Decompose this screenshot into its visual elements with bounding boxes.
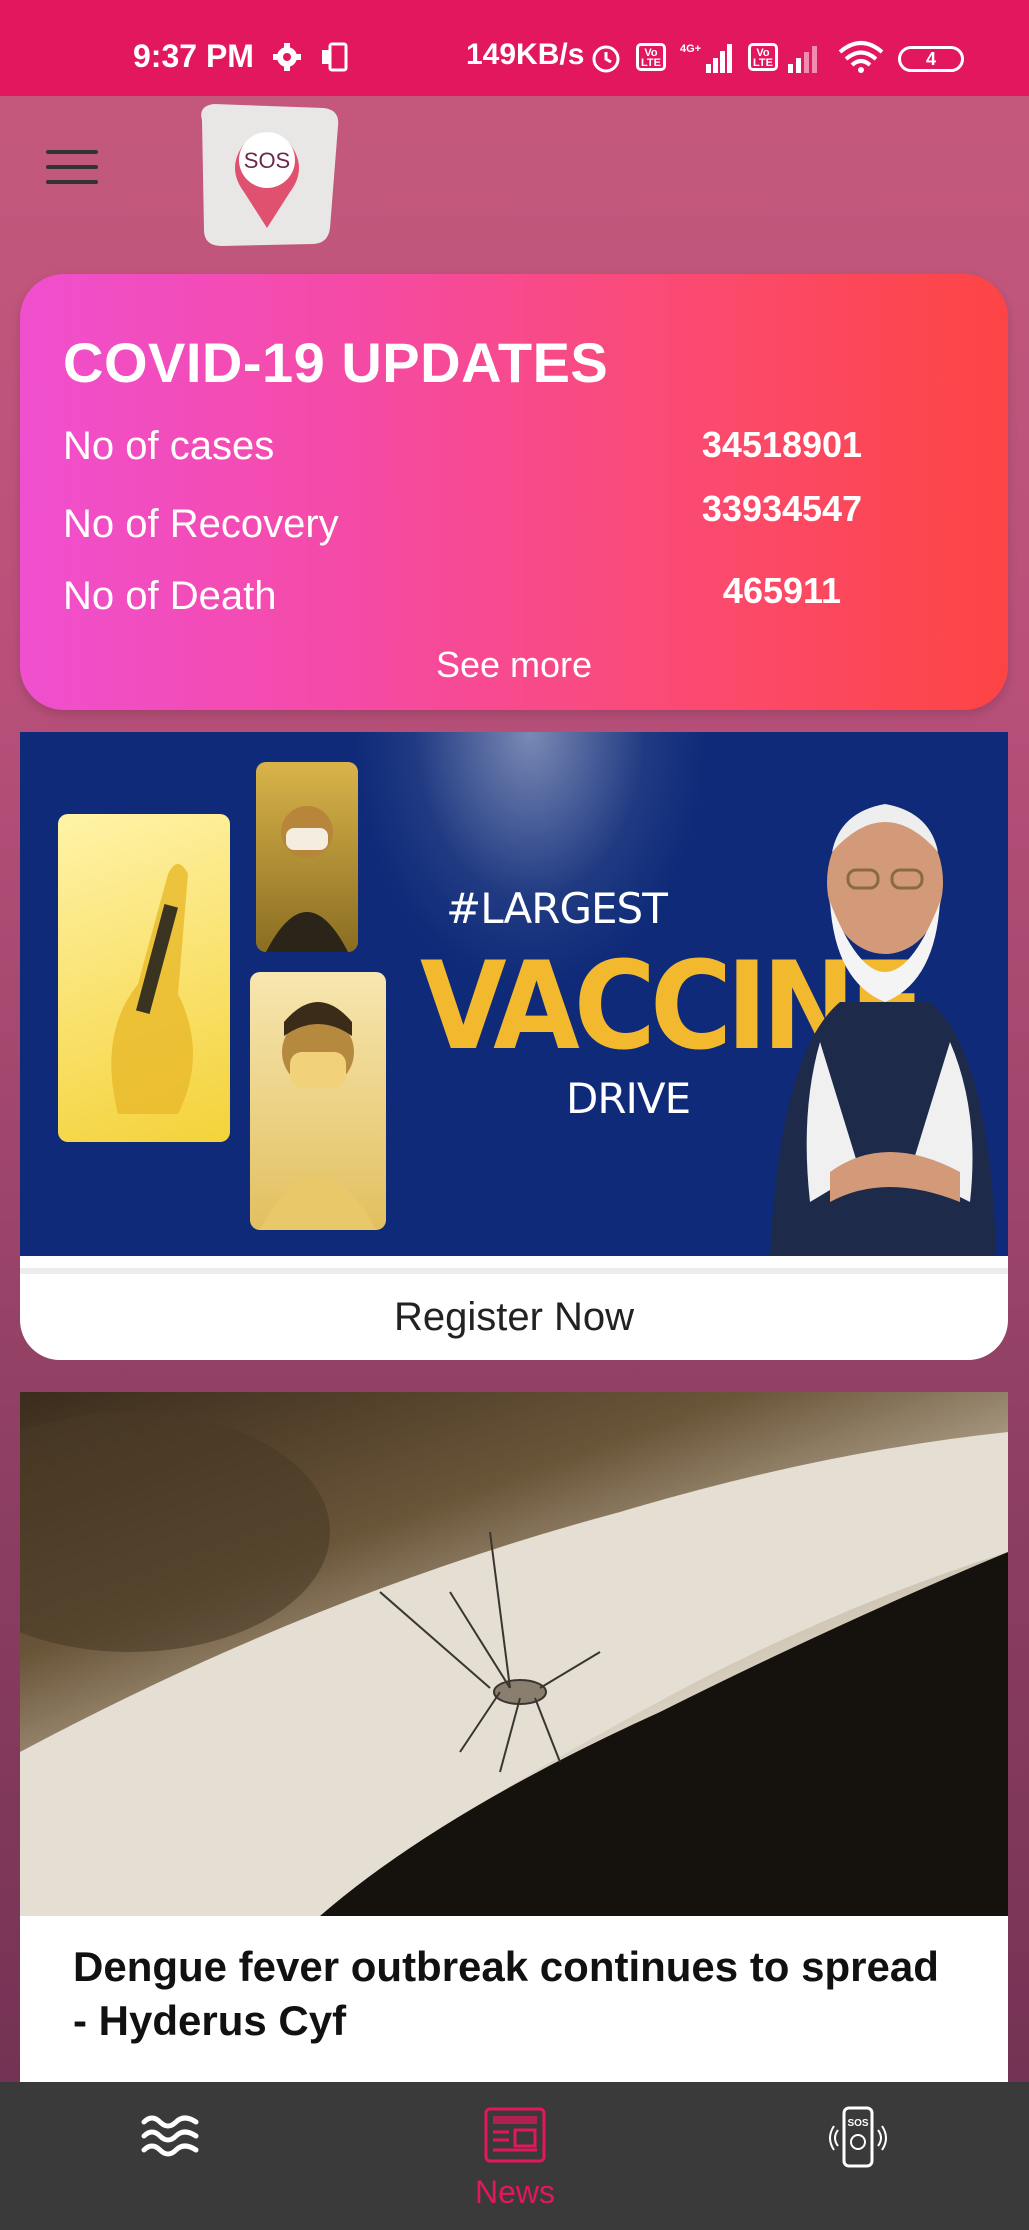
network-speed: 149KB/s — [466, 38, 585, 71]
nav-sos[interactable]: SOS — [818, 2082, 898, 2230]
vaccine-card: #LARGEST VACCINE DRIVE Register Now — [20, 732, 1008, 1360]
nav-news-label: News — [474, 2174, 555, 2210]
signal-4g-icon: 4G+ — [680, 43, 732, 73]
cases-label: No of cases — [63, 424, 275, 468]
banner-hashtag: #LARGEST — [446, 884, 668, 933]
menu-bar — [46, 150, 98, 154]
death-label: No of Death — [63, 574, 277, 618]
alarm-icon — [592, 45, 620, 73]
bottom-nav: News SOS — [0, 2082, 1029, 2230]
menu-bar — [46, 165, 98, 169]
vaccine-banner-image[interactable]: #LARGEST VACCINE DRIVE — [20, 732, 1008, 1256]
death-value: 465911 — [722, 570, 842, 611]
register-now-button[interactable]: Register Now — [20, 1268, 1008, 1360]
sos-logo: SOS — [201, 104, 339, 246]
nurse-photo — [250, 972, 386, 1230]
svg-text:4G+: 4G+ — [680, 43, 701, 55]
svg-text:SOS: SOS — [847, 2118, 868, 2129]
vaccine-vial-photo — [58, 814, 230, 1142]
waves-icon — [141, 2115, 199, 2157]
news-image — [20, 1392, 1008, 1916]
signal-icon — [788, 46, 817, 73]
news-card[interactable]: Dengue fever outbreak continues to sprea… — [20, 1392, 1008, 2082]
recovery-value: 33934547 — [701, 488, 863, 529]
status-bar: 9:37 PM 149KB/s Vo LTE 4G+ Vo LTE 4 — [0, 0, 1029, 96]
see-more-link[interactable]: See more — [20, 644, 1008, 686]
nav-feed[interactable] — [130, 2082, 210, 2230]
covid-title: COVID-19 UPDATES — [63, 331, 609, 394]
clock: 9:37 PM — [133, 38, 254, 74]
covid-updates-card[interactable]: COVID-19 UPDATES No of cases 34518901 No… — [20, 274, 1008, 710]
battery-indicator: 4 — [898, 46, 964, 72]
cases-value: 34518901 — [701, 424, 863, 465]
device-sync-icon — [322, 42, 348, 72]
worker-photo — [256, 762, 358, 952]
recovery-label: No of Recovery — [63, 502, 339, 546]
nav-news[interactable]: News — [460, 2082, 570, 2230]
gear-icon — [273, 43, 301, 71]
banner-drive-text: DRIVE — [566, 1074, 691, 1123]
sos-phone-icon: SOS — [829, 2106, 887, 2168]
leader-photo — [770, 804, 996, 1256]
menu-bar — [46, 180, 98, 184]
wifi-icon — [838, 41, 884, 73]
newspaper-icon — [484, 2107, 546, 2163]
volte-badge-2: Vo LTE — [748, 43, 778, 71]
volte-badge-1: Vo LTE — [636, 43, 666, 71]
menu-icon[interactable] — [46, 150, 98, 186]
logo-text: SOS — [244, 148, 290, 173]
news-headline[interactable]: Dengue fever outbreak continues to sprea… — [73, 1940, 953, 2048]
